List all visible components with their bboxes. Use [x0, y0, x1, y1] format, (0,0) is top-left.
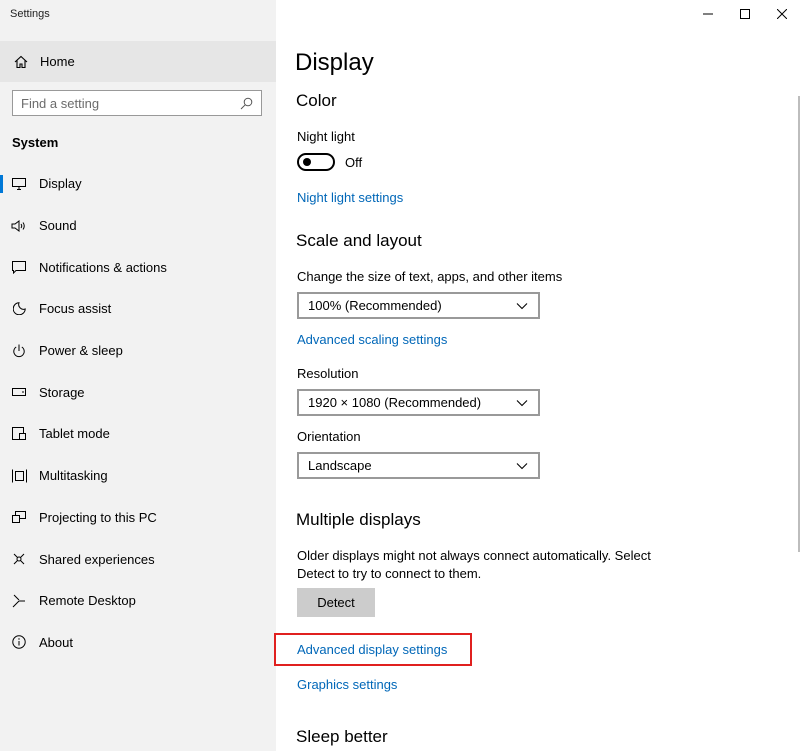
multitasking-icon — [11, 468, 27, 484]
sidebar-item-label: Remote Desktop — [39, 593, 136, 609]
resolution-label: Resolution — [297, 366, 359, 381]
storage-icon — [11, 384, 27, 400]
sidebar-item-label: Focus assist — [39, 301, 112, 317]
sidebar-item-display[interactable]: Display — [0, 163, 276, 205]
tablet-icon — [11, 426, 27, 442]
info-icon — [11, 634, 27, 650]
sidebar-item-focus-assist[interactable]: Focus assist — [0, 288, 276, 330]
sidebar-item-label: Notifications & actions — [39, 259, 167, 275]
night-light-state: Off — [345, 155, 363, 170]
page-title: Display — [295, 49, 374, 76]
advanced-scaling-link[interactable]: Advanced scaling settings — [297, 332, 447, 347]
sidebar-item-multitasking[interactable]: Multitasking — [0, 455, 276, 497]
sidebar-item-label: Shared experiences — [39, 551, 155, 567]
sidebar: Settings Home System Display Sound — [0, 0, 276, 751]
night-light-toggle[interactable] — [297, 153, 335, 171]
power-icon — [11, 343, 27, 359]
sidebar-item-home[interactable]: Home — [0, 41, 276, 82]
scale-size-label: Change the size of text, apps, and other… — [297, 269, 563, 284]
speaker-icon — [11, 218, 27, 234]
detect-button[interactable]: Detect — [297, 588, 375, 617]
graphics-settings-link[interactable]: Graphics settings — [297, 677, 397, 692]
section-heading-multiple-displays: Multiple displays — [296, 510, 421, 529]
sidebar-item-label: About — [39, 634, 73, 650]
night-light-settings-link[interactable]: Night light settings — [297, 190, 403, 205]
resolution-value: 1920 × 1080 (Recommended) — [308, 395, 482, 410]
resolution-dropdown[interactable]: 1920 × 1080 (Recommended) — [297, 389, 540, 416]
minimize-icon — [702, 13, 713, 15]
sidebar-item-power-sleep[interactable]: Power & sleep — [0, 330, 276, 372]
sidebar-item-label: Projecting to this PC — [39, 509, 157, 525]
sidebar-item-label: Storage — [39, 384, 85, 400]
toggle-knob — [303, 158, 311, 166]
minimize-button[interactable] — [689, 0, 726, 28]
chevron-down-icon — [516, 302, 528, 309]
home-icon — [13, 54, 29, 70]
sidebar-nav: Display Sound Notifications & actions Fo… — [0, 163, 276, 663]
search-icon[interactable] — [240, 97, 253, 110]
advanced-display-settings-link[interactable]: Advanced display settings — [297, 642, 447, 657]
chevron-down-icon — [516, 399, 528, 406]
sidebar-item-label: Display — [39, 176, 82, 192]
sidebar-item-label: Tablet mode — [39, 426, 110, 442]
sidebar-item-label: Sound — [39, 218, 77, 234]
remote-icon — [11, 593, 27, 609]
orientation-label: Orientation — [297, 429, 361, 444]
moon-icon — [11, 301, 27, 317]
search-box[interactable] — [12, 90, 262, 116]
notification-icon — [11, 259, 27, 275]
maximize-button[interactable] — [726, 0, 763, 28]
night-light-label: Night light — [297, 129, 355, 144]
section-heading-scale: Scale and layout — [296, 231, 422, 250]
section-heading-color: Color — [296, 91, 337, 110]
sidebar-item-notifications[interactable]: Notifications & actions — [0, 246, 276, 288]
share-icon — [11, 551, 27, 567]
section-heading-sleep-better: Sleep better — [296, 727, 388, 746]
window-controls — [689, 0, 800, 28]
monitor-icon — [11, 176, 27, 192]
projector-icon — [11, 509, 27, 525]
app-title: Settings — [10, 8, 50, 20]
scale-value: 100% (Recommended) — [308, 298, 442, 313]
sidebar-item-remote-desktop[interactable]: Remote Desktop — [0, 580, 276, 622]
scale-dropdown[interactable]: 100% (Recommended) — [297, 292, 540, 319]
close-icon — [776, 9, 787, 19]
orientation-dropdown[interactable]: Landscape — [297, 452, 540, 479]
multiple-displays-description: Older displays might not always connect … — [297, 548, 651, 581]
sidebar-item-shared-experiences[interactable]: Shared experiences — [0, 538, 276, 580]
search-input[interactable] — [13, 95, 233, 111]
sidebar-item-sound[interactable]: Sound — [0, 205, 276, 247]
sidebar-item-about[interactable]: About — [0, 622, 276, 664]
sidebar-item-projecting[interactable]: Projecting to this PC — [0, 497, 276, 539]
orientation-value: Landscape — [308, 458, 372, 473]
sidebar-item-tablet-mode[interactable]: Tablet mode — [0, 413, 276, 455]
main-content: Display Color Night light Off Night ligh… — [274, 0, 800, 751]
close-button[interactable] — [763, 0, 800, 28]
section-heading-system: System — [12, 135, 59, 150]
home-label: Home — [40, 54, 75, 69]
sidebar-item-storage[interactable]: Storage — [0, 371, 276, 413]
sidebar-item-label: Power & sleep — [39, 343, 123, 359]
maximize-icon — [739, 9, 750, 19]
chevron-down-icon — [516, 462, 528, 469]
sidebar-item-label: Multitasking — [39, 468, 108, 484]
